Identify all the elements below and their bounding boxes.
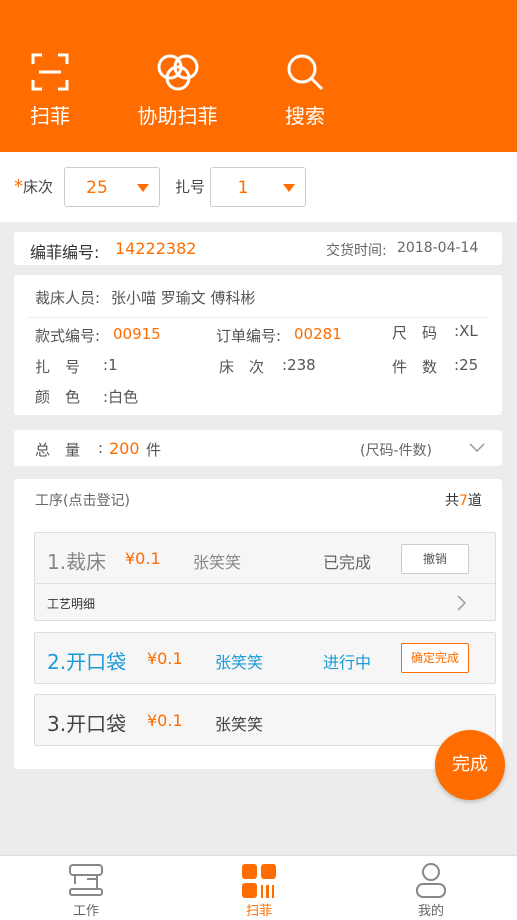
- bed-select-value: 25: [86, 178, 108, 198]
- order-value: 00281: [294, 325, 342, 343]
- nav-mine-label: 我的: [417, 904, 444, 919]
- size-value: XL: [459, 322, 478, 340]
- order-label: 订单编号:: [216, 327, 282, 345]
- bundle-select[interactable]: 1: [210, 167, 306, 207]
- cutters-value: 张小喵 罗瑜文 傅科彬: [111, 289, 256, 307]
- process-name: 2.开口袋: [47, 650, 127, 674]
- style-label: 款式编号:: [35, 327, 101, 345]
- info-card: 裁床人员: 张小喵 罗瑜文 傅科彬 款式编号: 00915 订单编号: 0028…: [14, 275, 502, 415]
- nav-scan-label: 扫菲: [245, 904, 272, 919]
- assist-scan-label: 协助扫菲: [137, 104, 218, 128]
- confirm-complete-button[interactable]: 确定完成: [401, 643, 469, 673]
- process-count-suffix: 道: [467, 493, 482, 509]
- sewing-machine-icon: [69, 864, 103, 896]
- nav-work-label: 工作: [72, 904, 99, 919]
- bed-filter-label: *床次: [14, 176, 54, 197]
- scan-button[interactable]: 扫菲: [0, 0, 100, 152]
- pieces-label: 件 数: [392, 358, 438, 376]
- process-worker: 张笑笑: [215, 653, 264, 672]
- scan-label: 扫菲: [30, 104, 70, 128]
- undo-button[interactable]: 撤销: [401, 544, 469, 574]
- divider: [35, 583, 495, 584]
- size-label: 尺 码: [392, 324, 438, 342]
- process-name: 1.裁床: [47, 550, 107, 574]
- process-count-prefix: 共: [445, 493, 459, 509]
- process-status: 进行中: [323, 653, 372, 672]
- bed-select[interactable]: 25: [64, 167, 160, 207]
- process-price: ¥0.1: [147, 649, 183, 668]
- size-value-prefixed: :XL: [454, 322, 478, 340]
- chevron-down-icon: [469, 443, 485, 453]
- ticket-code-value: 14222382: [115, 239, 197, 258]
- process-worker: 张笑笑: [193, 553, 242, 572]
- cutters-label: 裁床人员:: [35, 289, 101, 307]
- total-unit: 件: [146, 441, 162, 459]
- total-label: 总 量: [35, 441, 81, 459]
- search-icon: [287, 54, 324, 91]
- craft-detail-link[interactable]: 工艺明细: [47, 595, 95, 612]
- required-star-icon: *: [14, 176, 23, 197]
- total-value-prefixed: :: [98, 439, 104, 457]
- chevron-right-icon: [457, 595, 466, 611]
- divider: [28, 317, 488, 318]
- color-value-prefixed: :白色: [103, 388, 139, 406]
- process-count: 共7道: [445, 490, 482, 510]
- bed-no-value-prefixed: :238: [282, 356, 316, 374]
- bundle-no-label: 扎 号: [35, 358, 81, 376]
- top-toolbar: 扫菲 协助扫菲 搜索: [0, 0, 517, 152]
- process-item[interactable]: 3.开口袋 ¥0.1 张笑笑: [34, 694, 496, 746]
- process-title: 工序(点击登记): [35, 493, 130, 509]
- chevron-down-icon: [137, 184, 149, 192]
- total-card[interactable]: 总 量 : 200 件 (尺码-件数): [14, 430, 502, 466]
- process-item[interactable]: 2.开口袋 ¥0.1 张笑笑 进行中 确定完成: [34, 632, 496, 684]
- process-card: 工序(点击登记) 共7道 1.裁床 ¥0.1 张笑笑 已完成 撤销 工艺明细 2…: [14, 479, 502, 769]
- process-status: 已完成: [323, 553, 372, 572]
- style-value: 00915: [113, 325, 161, 343]
- delivery-value: 2018-04-14: [397, 240, 479, 256]
- search-label: 搜索: [285, 104, 325, 128]
- bundle-select-value: 1: [237, 178, 249, 198]
- bundle-no-value-prefixed: :1: [103, 356, 118, 374]
- assist-scan-button[interactable]: 协助扫菲: [120, 0, 235, 152]
- bundle-no-value: 1: [108, 356, 118, 374]
- search-button[interactable]: 搜索: [255, 0, 355, 152]
- user-icon: [416, 863, 446, 898]
- bottom-nav: 工作 扫菲 我的: [0, 855, 517, 920]
- color-value: 白色: [108, 388, 139, 406]
- ticket-card: 编菲编号: 14222382 交货时间: 2018-04-14: [14, 232, 502, 265]
- pieces-value-prefixed: :25: [454, 356, 479, 374]
- ticket-code-label: 编菲编号:: [30, 243, 100, 262]
- total-value: 200: [109, 439, 140, 458]
- process-count-number: 7: [459, 493, 468, 509]
- nav-scan[interactable]: 扫菲: [219, 856, 299, 920]
- bed-no-label: 床 次: [219, 358, 265, 376]
- bed-no-value: 238: [287, 356, 316, 374]
- process-price: ¥0.1: [125, 549, 161, 568]
- bundle-filter-label: 扎号: [175, 178, 206, 196]
- pieces-value: 25: [459, 356, 479, 374]
- color-label: 颜 色: [35, 388, 81, 406]
- circles-icon: [157, 54, 198, 91]
- process-worker: 张笑笑: [215, 715, 264, 734]
- filter-bar: *床次 25 扎号 1: [0, 152, 517, 222]
- finish-fab-button[interactable]: 完成: [435, 730, 505, 800]
- scan-icon: [31, 53, 69, 91]
- process-name: 3.开口袋: [47, 712, 127, 736]
- total-hint: (尺码-件数): [360, 443, 432, 459]
- delivery-label: 交货时间:: [326, 243, 387, 259]
- nav-work[interactable]: 工作: [46, 856, 126, 920]
- grid-barcode-icon: [242, 864, 276, 898]
- process-price: ¥0.1: [147, 711, 183, 730]
- nav-mine[interactable]: 我的: [391, 856, 471, 920]
- process-item[interactable]: 1.裁床 ¥0.1 张笑笑 已完成 撤销 工艺明细: [34, 532, 496, 621]
- chevron-down-icon: [283, 184, 295, 192]
